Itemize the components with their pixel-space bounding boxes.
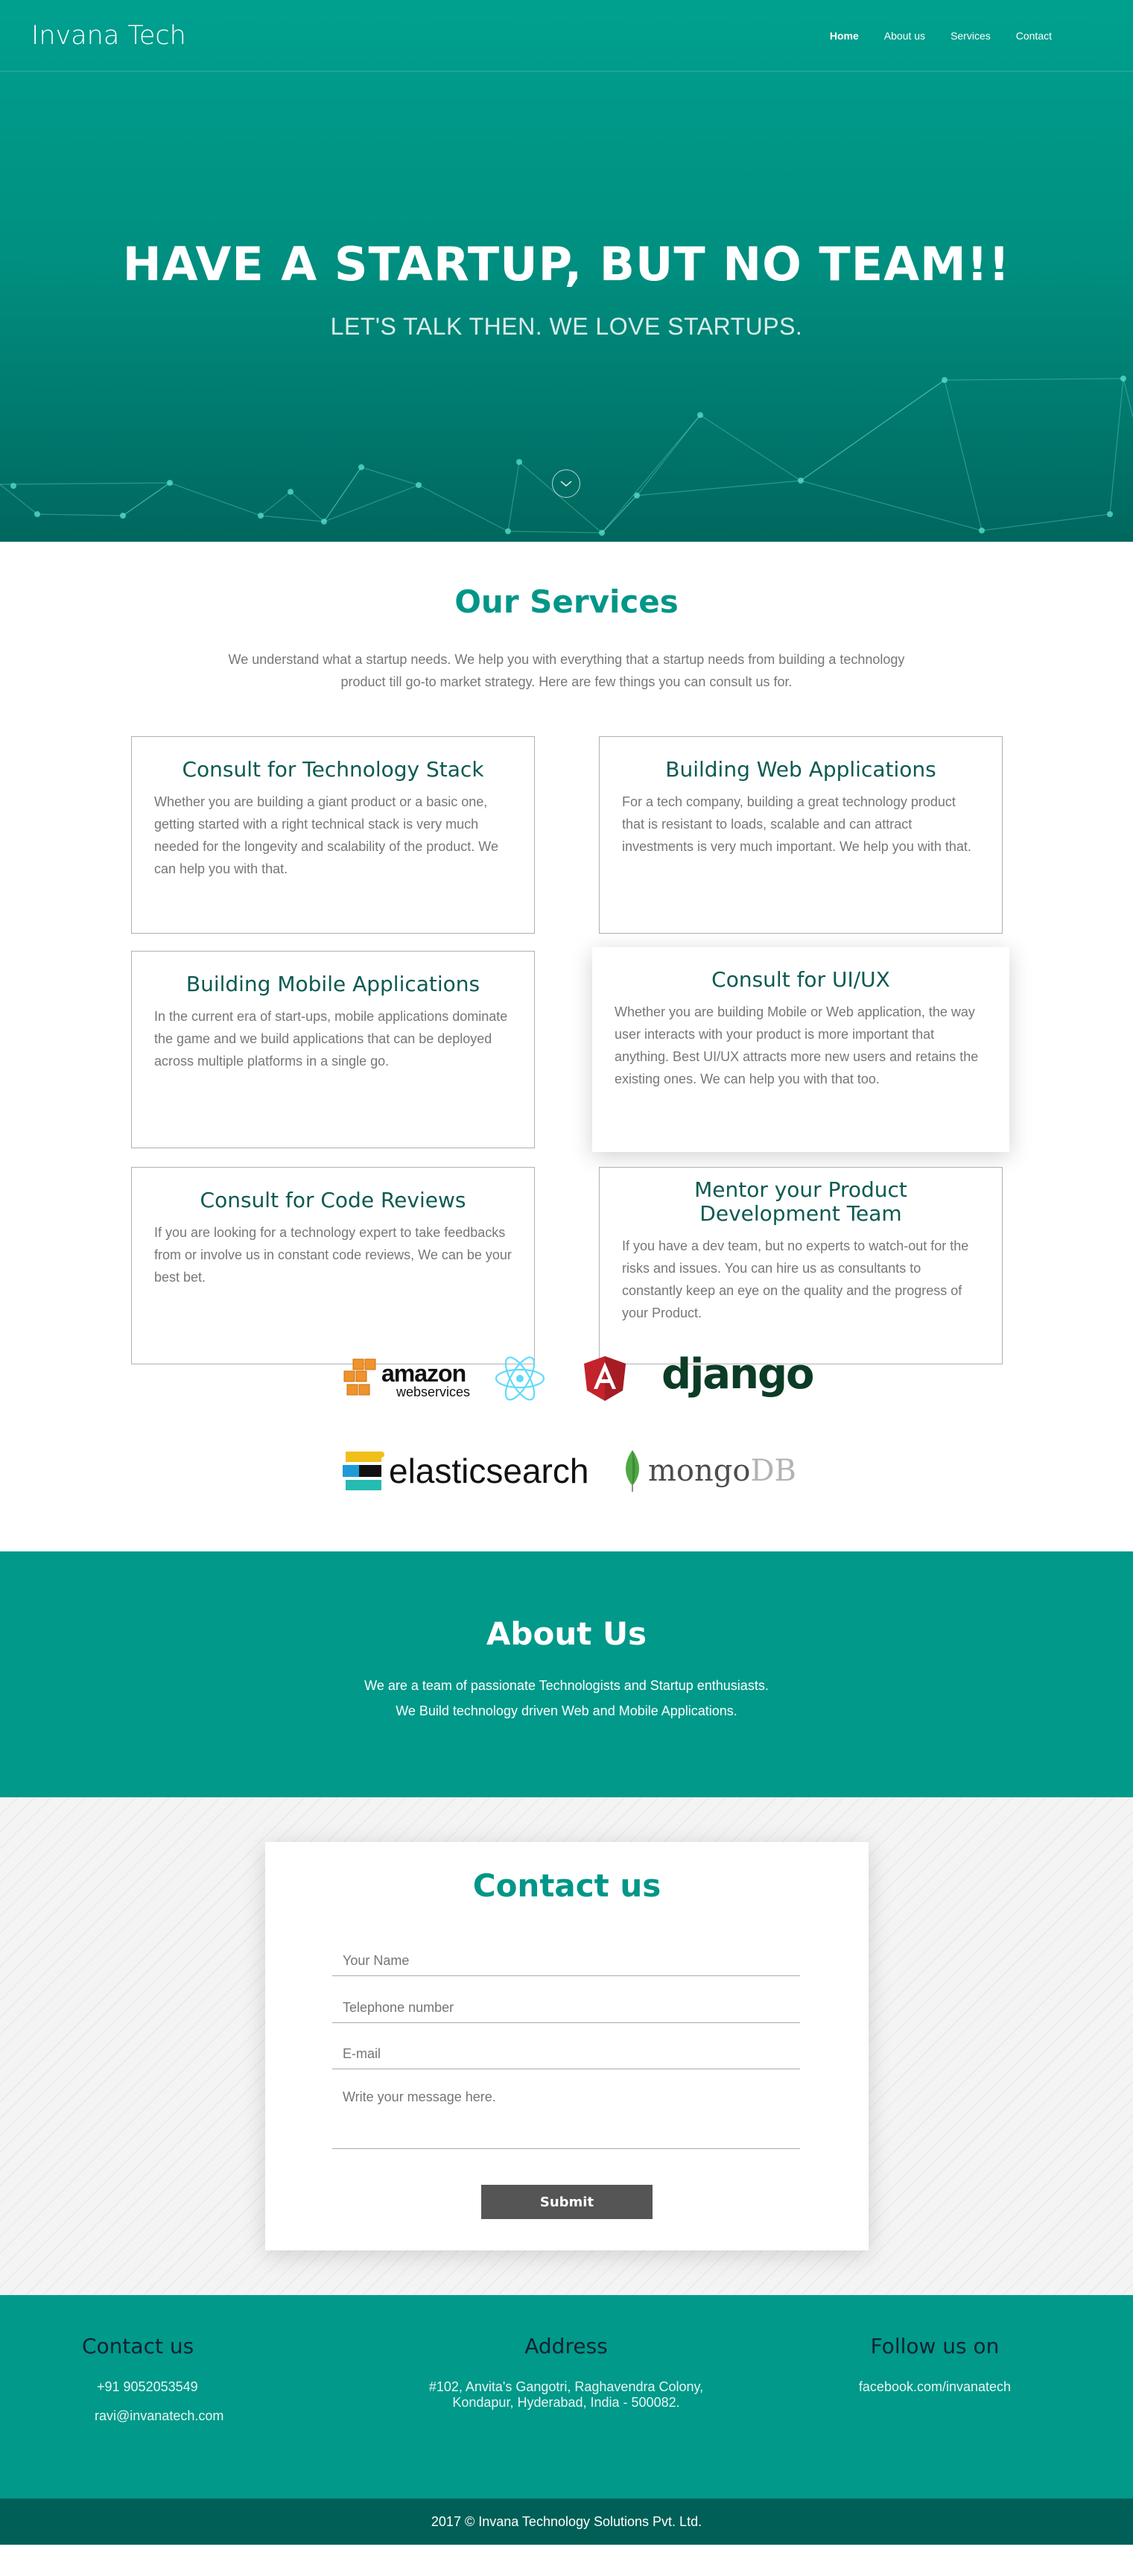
aws-logo: amazon webservices [343,1358,470,1402]
nav-services[interactable]: Services [938,30,1003,42]
about-text: We are a team of passionate Technologist… [0,1673,1133,1724]
phone-input[interactable] [332,1993,800,2023]
nav-home[interactable]: Home [817,30,872,42]
service-card-web-apps: Building Web Applications For a tech com… [599,736,1003,934]
mongodb-logo: mongoDB [621,1449,796,1493]
chevron-down-icon [560,481,572,487]
contact-section: Contact us Submit [0,1797,1133,2295]
aws-cubes-icon [343,1358,376,1396]
hero-title: HAVE A STARTUP, BUT NO TEAM!! [122,237,1011,291]
email-input[interactable] [332,2039,800,2069]
service-card-text: In the current era of start-ups, mobile … [154,1009,508,1069]
service-card-ui-ux: Consult for UI/UX Whether you are buildi… [592,947,1009,1152]
aws-word: amazon [381,1360,466,1387]
footer-address-title: Address [524,2334,608,2358]
service-card-title: Building Mobile Applications [185,972,480,996]
elasticsearch-icon [343,1452,384,1490]
elasticsearch-logo: elasticsearch [343,1449,588,1493]
footer-address-line-2: Kondapur, Hyderabad, India - 500082. [452,2395,680,2410]
service-card-title: Consult for Technology Stack [182,757,484,782]
angular-logo [583,1355,627,1402]
footer: Contact us +91 9052053549 ravi@invanatec… [0,2295,1133,2499]
mongodb-word-a: mongo [648,1454,751,1488]
service-card-text: If you have a dev team, but no experts t… [622,1238,969,1320]
mongodb-word-b: DB [750,1454,796,1488]
service-card-mobile-apps: Building Mobile Applications In the curr… [131,951,535,1148]
contact-title: Contact us [472,1867,661,1904]
angular-icon [584,1356,626,1401]
service-card-text: If you are looking for a technology expe… [154,1225,512,1285]
footer-contact-title: Contact us [82,2334,194,2358]
service-card-title: Building Web Applications [665,757,936,782]
services-title: Our Services [454,583,679,620]
nav-contact[interactable]: Contact [1003,30,1064,42]
footer-email[interactable]: ravi@invanatech.com [95,2408,223,2424]
hero-subtitle: LET'S TALK THEN. WE LOVE STARTUPS. [330,313,803,340]
top-nav: Invana Tech Home About us Services Conta… [0,0,1133,72]
footer-address-line-1: #102, Anvita's Gangotri, Raghavendra Col… [428,2379,704,2394]
facebook-link[interactable]: facebook.com/invanatech [827,2379,1043,2395]
mongodb-leaf-icon [625,1450,640,1492]
submit-button[interactable]: Submit [481,2185,653,2219]
service-card-text: Whether you are building Mobile or Web a… [615,1004,979,1086]
tech-logos: amazon webservices django elasticsearch … [0,1335,1133,1551]
nav-about[interactable]: About us [872,30,938,42]
django-logo: django [661,1350,814,1399]
hero-section: Invana Tech Home About us Services Conta… [0,0,1133,542]
service-card-title: Consult for UI/UX [711,967,890,992]
service-card-text: For a tech company, building a great tec… [622,794,971,854]
brand-logo[interactable]: Invana Tech [31,21,186,51]
about-line-1: We are a team of passionate Technologist… [364,1678,769,1693]
services-intro: We understand what a startup needs. We h… [228,652,905,689]
django-word: django [661,1350,814,1399]
about-title: About Us [486,1615,647,1652]
contact-form: Contact us Submit [265,1842,869,2250]
about-section: About Us We are a team of passionate Tec… [0,1551,1133,1797]
name-input[interactable] [332,1946,800,1976]
react-logo [493,1355,547,1402]
services-grid: Consult for Technology Stack Whether you… [0,693,1133,1364]
service-card-tech-stack: Consult for Technology Stack Whether you… [131,736,535,934]
footer-contact: Contact us +91 9052053549 ravi@invanatec… [82,2334,223,2424]
service-card-text: Whether you are building a giant product… [154,794,498,876]
services-section: Our Services We understand what a startu… [0,542,1133,1551]
react-icon [495,1356,545,1401]
message-textarea[interactable] [332,2085,800,2149]
mongodb-word: mongoDB [648,1454,796,1488]
footer-follow: Follow us on facebook.com/invanatech [827,2334,1043,2395]
footer-follow-title: Follow us on [870,2334,1000,2358]
nav-links: Home About us Services Contact [817,30,1064,42]
scroll-down-button[interactable] [552,469,580,498]
elasticsearch-word: elasticsearch [389,1452,589,1490]
service-card-title: Mentor your Product Development Team [694,1177,907,1226]
aws-sub: webservices [396,1384,471,1399]
footer-address: Address #102, Anvita's Gangotri, Raghave… [387,2334,745,2411]
footer-phone[interactable]: +91 9052053549 [97,2379,212,2395]
service-card-title: Consult for Code Reviews [200,1188,466,1212]
copyright: 2017 © Invana Technology Solutions Pvt. … [0,2499,1133,2545]
about-line-2: We Build technology driven Web and Mobil… [396,1703,737,1718]
